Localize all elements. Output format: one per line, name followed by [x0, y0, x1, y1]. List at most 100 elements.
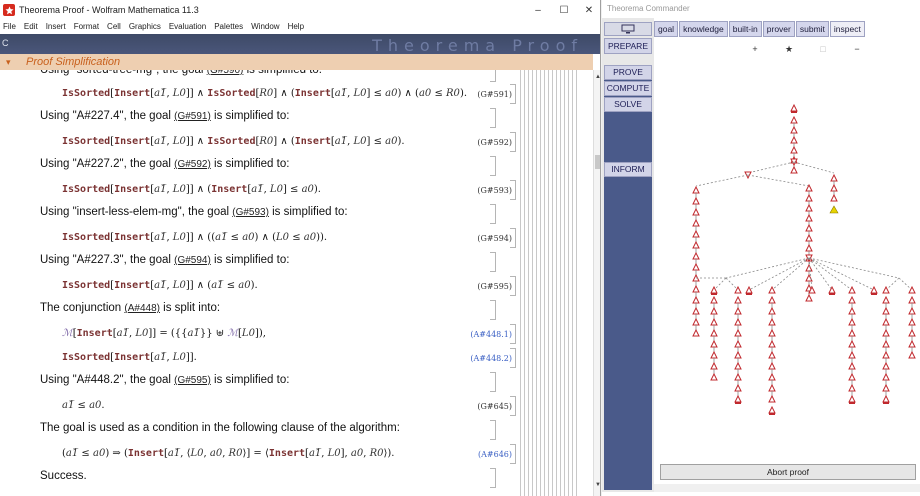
proof-node-icon[interactable] [734, 383, 742, 392]
leaf-node-icon[interactable] [710, 285, 718, 295]
proof-node-icon[interactable] [848, 328, 856, 337]
proof-node-icon[interactable] [882, 295, 890, 304]
proof-node-icon[interactable] [768, 361, 776, 370]
proof-node-icon[interactable] [882, 285, 890, 294]
proof-node-icon[interactable] [710, 328, 718, 337]
leaf-node-icon[interactable] [790, 103, 798, 113]
text-cell[interactable]: Using "A#448.2", the goal (G#595) is sim… [0, 370, 593, 394]
proof-node-icon[interactable] [882, 317, 890, 326]
cell-bracket[interactable] [490, 204, 496, 224]
proof-node-icon[interactable] [830, 173, 838, 182]
proof-node-icon[interactable] [848, 295, 856, 304]
math-cell[interactable]: IsSorted[Insert[a1̅, L0]] ∧ (a1̅ ≤ a0). (… [0, 274, 593, 298]
proof-node-icon[interactable] [805, 183, 813, 192]
proof-node-icon[interactable] [805, 293, 813, 302]
leaf-node-icon[interactable] [828, 285, 836, 295]
leaf-node-icon[interactable] [882, 394, 890, 404]
proof-node-icon[interactable] [882, 306, 890, 315]
cell-bracket[interactable] [490, 468, 496, 488]
cell-bracket[interactable] [490, 156, 496, 176]
vertical-scrollbar[interactable]: ▲ ▼ [593, 70, 600, 496]
math-cell[interactable]: IsSorted[Insert[a1̅, L0]] ∧ (Insert[a1̅,… [0, 178, 593, 202]
proof-node-icon[interactable] [692, 240, 700, 249]
proof-tree-panel[interactable] [654, 38, 920, 492]
formula-link[interactable]: (G#591) [174, 111, 211, 122]
proof-node-icon[interactable] [710, 317, 718, 326]
proof-node-icon[interactable] [734, 361, 742, 370]
menu-evaluation[interactable]: Evaluation [169, 20, 206, 34]
text-cell[interactable]: The goal is used as a condition in the f… [0, 418, 593, 442]
proof-node-icon[interactable] [848, 361, 856, 370]
proof-node-icon[interactable] [734, 350, 742, 359]
maximize-button[interactable]: ☐ [552, 0, 576, 20]
proof-node-icon[interactable] [768, 306, 776, 315]
proof-node-icon[interactable] [908, 350, 916, 359]
abort-proof-button[interactable]: Abort proof [660, 464, 916, 480]
cell-bracket[interactable] [510, 396, 516, 416]
prove-button[interactable]: PROVE [604, 65, 652, 80]
proof-node-icon[interactable] [882, 372, 890, 381]
math-cell[interactable]: (a1̅ ≤ a0) ⇒ (Insert[a1̅, ⟨L0, a0, R0⟩] … [0, 442, 593, 466]
menu-format[interactable]: Format [74, 20, 99, 34]
proof-node-icon[interactable] [848, 317, 856, 326]
formula-link[interactable]: (G#592) [174, 159, 211, 170]
text-cell[interactable]: Using "A#227.4", the goal (G#591) is sim… [0, 106, 593, 130]
proof-node-icon[interactable] [710, 350, 718, 359]
chevron-down-icon[interactable]: ▾ [6, 57, 16, 68]
leaf-node-icon[interactable] [768, 405, 776, 415]
proof-node-icon[interactable] [710, 361, 718, 370]
proof-node-icon[interactable] [848, 350, 856, 359]
math-cell[interactable]: a1̅ ≤ a0. (G#645) [0, 394, 593, 418]
proof-node-icon[interactable] [768, 328, 776, 337]
formula-link[interactable]: (G#595) [174, 375, 211, 386]
text-cell[interactable]: Success. [0, 466, 593, 490]
tab-submit[interactable]: submit [795, 21, 829, 37]
proof-node-icon[interactable] [805, 233, 813, 242]
proof-node-icon[interactable] [805, 243, 813, 252]
proof-node-icon[interactable] [692, 284, 700, 293]
proof-node-icon[interactable] [692, 185, 700, 194]
formula-link[interactable]: (G#590) [207, 70, 244, 76]
proof-node-icon[interactable] [734, 317, 742, 326]
inform-button[interactable]: INFORM [604, 162, 652, 177]
close-button[interactable]: ✕ [577, 0, 600, 20]
cell-bracket[interactable] [510, 276, 516, 296]
menu-window[interactable]: Window [251, 20, 279, 34]
proof-node-icon[interactable] [882, 361, 890, 370]
math-cell[interactable]: ℳ[Insert[a1̅, L0]] = ({{a1̅}} ⊎ ℳ[L0]), (… [0, 322, 593, 346]
proof-node-icon[interactable] [692, 196, 700, 205]
text-cell[interactable]: Using "insert-less-elem-mg", the goal (G… [0, 202, 593, 226]
compute-button[interactable]: COMPUTE [604, 81, 652, 96]
proof-node-icon[interactable] [710, 372, 718, 381]
cell-bracket[interactable] [510, 348, 516, 368]
proof-node-icon[interactable] [830, 193, 838, 202]
proof-node-icon[interactable] [882, 350, 890, 359]
proof-tree[interactable] [654, 38, 920, 458]
proof-node-icon[interactable] [882, 383, 890, 392]
leaf-node-icon[interactable] [870, 285, 878, 295]
proof-node-icon[interactable] [692, 295, 700, 304]
formula-link[interactable]: (A#448) [124, 303, 160, 314]
formula-link[interactable]: (G#594) [174, 255, 211, 266]
menu-cell[interactable]: Cell [107, 20, 121, 34]
proof-node-icon[interactable] [768, 295, 776, 304]
cell-bracket[interactable] [490, 420, 496, 440]
math-cell[interactable]: IsSorted[Insert[a1̅, L0]]. (A#448.2) [0, 346, 593, 370]
prepare-button[interactable]: PREPARE [604, 38, 652, 54]
solve-button[interactable]: SOLVE [604, 97, 652, 112]
proof-node-icon[interactable] [768, 372, 776, 381]
math-cell[interactable]: IsSorted[Insert[a1̅, L0]] ∧ IsSorted[R0]… [0, 130, 593, 154]
proof-node-icon[interactable] [692, 218, 700, 227]
proof-node-icon[interactable] [908, 328, 916, 337]
cell-bracket[interactable] [510, 444, 516, 464]
warning-node-icon[interactable] [829, 205, 839, 214]
menu-insert[interactable]: Insert [46, 20, 66, 34]
tab-built-in[interactable]: built-in [728, 21, 762, 37]
proof-node-icon[interactable] [768, 394, 776, 403]
cell-bracket[interactable] [490, 372, 496, 392]
leaf-node-icon[interactable] [848, 394, 856, 404]
text-cell[interactable]: Using "A#227.3", the goal (G#594) is sim… [0, 250, 593, 274]
text-cell[interactable]: Using "A#227.2", the goal (G#592) is sim… [0, 154, 593, 178]
proof-node-icon[interactable] [908, 339, 916, 348]
tab-goal[interactable]: goal [654, 21, 679, 37]
